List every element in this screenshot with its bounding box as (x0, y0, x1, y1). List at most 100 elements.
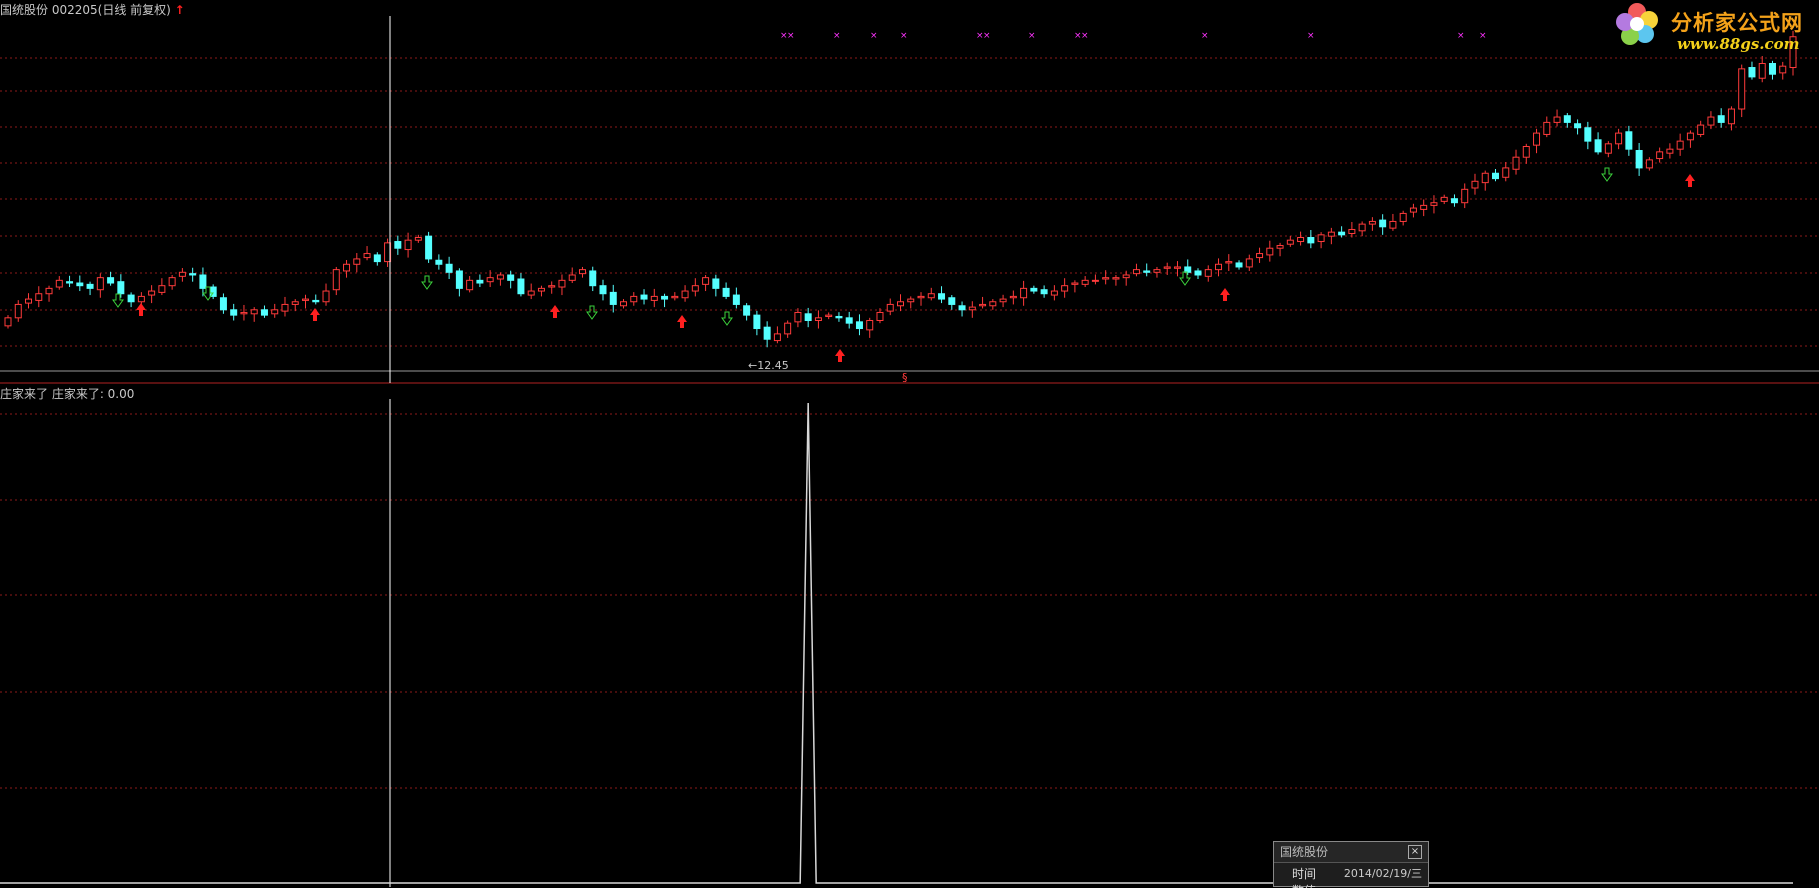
candle (784, 322, 792, 335)
candle (1225, 261, 1233, 264)
candle (1450, 198, 1458, 204)
candle (1420, 204, 1428, 210)
stock-code: 002205 (51, 3, 98, 17)
candle (1738, 68, 1746, 110)
candle (620, 301, 628, 307)
candle (753, 314, 761, 330)
candle (948, 297, 956, 305)
low-price-label: ←12.45 (748, 359, 789, 372)
candle (773, 333, 781, 342)
candle (1266, 247, 1274, 256)
candle (1061, 285, 1069, 292)
candle (455, 270, 463, 289)
sell-arrow-icon (1601, 167, 1613, 182)
candle (1399, 212, 1407, 222)
candle (1635, 150, 1643, 169)
candle (1727, 108, 1735, 125)
candle (107, 277, 115, 284)
info-next-label: 数值 (1292, 884, 1316, 888)
candle (1235, 262, 1243, 268)
candle (1481, 172, 1489, 184)
stock-name: 国统股份 (0, 3, 49, 17)
candle (189, 273, 197, 276)
candle (804, 313, 812, 321)
candle (466, 279, 474, 291)
buy-arrow-icon (136, 303, 146, 316)
candle (260, 309, 268, 316)
candle (394, 241, 402, 249)
candle (35, 293, 43, 301)
candle (312, 299, 320, 303)
candle (1368, 220, 1376, 225)
candle (855, 321, 863, 330)
signal-marker: × (787, 31, 795, 41)
candle (1409, 207, 1417, 213)
candle (1553, 116, 1561, 123)
candle (1430, 202, 1438, 206)
candle (866, 319, 874, 331)
candle (743, 305, 751, 316)
signal-marker: × (1081, 31, 1089, 41)
candle (322, 290, 330, 303)
sell-arrow-icon (586, 305, 598, 320)
candle (76, 282, 84, 287)
candle (927, 293, 935, 299)
candle (671, 295, 679, 299)
candle (1533, 132, 1541, 146)
candle (353, 258, 361, 265)
logo-text: 分析家公式网 (1671, 11, 1803, 35)
candle (650, 295, 658, 301)
flower-logo-icon (1616, 3, 1658, 45)
candle (1717, 115, 1725, 123)
candle (1512, 156, 1520, 170)
candle (958, 305, 966, 311)
candle (517, 278, 525, 295)
candle (1122, 274, 1130, 279)
candle (302, 298, 309, 301)
info-popup-header[interactable]: 国统股份 × (1274, 842, 1428, 863)
candle (1163, 266, 1171, 269)
candle (886, 303, 894, 312)
info-popup-title: 国统股份 (1280, 845, 1329, 859)
buy-arrow-icon (1685, 174, 1695, 187)
candle (1245, 258, 1253, 268)
candle (168, 277, 176, 287)
candle (1666, 148, 1674, 154)
candle (240, 311, 248, 315)
signal-marker: × (1457, 31, 1465, 41)
candle (1594, 139, 1602, 153)
candle (814, 317, 822, 321)
candle (537, 287, 545, 292)
candle (404, 239, 412, 251)
candle (343, 263, 351, 272)
candle (702, 277, 710, 285)
candle (568, 274, 576, 281)
sell-arrow-icon (1179, 271, 1191, 286)
signal-marker: × (1307, 31, 1315, 41)
candle (917, 295, 925, 299)
candle (1697, 124, 1705, 135)
candle (589, 270, 597, 287)
candle (578, 269, 586, 275)
candle (691, 285, 699, 292)
candle (1358, 223, 1366, 232)
candle (527, 290, 535, 296)
candle (250, 309, 258, 315)
candle (1112, 277, 1120, 280)
section-marker: § (902, 371, 908, 384)
candle (1471, 180, 1479, 189)
candle (1768, 63, 1776, 75)
candle (835, 315, 843, 319)
candle (722, 287, 730, 297)
signal-marker: × (1028, 31, 1036, 41)
candle (640, 294, 648, 300)
candle (435, 259, 443, 265)
main-chart-panel[interactable]: × × × × × × × × × × × × × × 国统股份 002205(日线 前复权) ↑ ←12… (0, 0, 1819, 384)
candle (25, 298, 33, 304)
info-popup[interactable]: 国统股份 × 时间 2014/02/19/三 数值 (1273, 841, 1429, 888)
candle (14, 303, 22, 319)
candle (1256, 253, 1264, 259)
close-icon[interactable]: × (1408, 845, 1422, 859)
candlestick-chart[interactable]: × × × × × × × × × × × × × × (0, 0, 1819, 386)
candle (281, 303, 289, 312)
